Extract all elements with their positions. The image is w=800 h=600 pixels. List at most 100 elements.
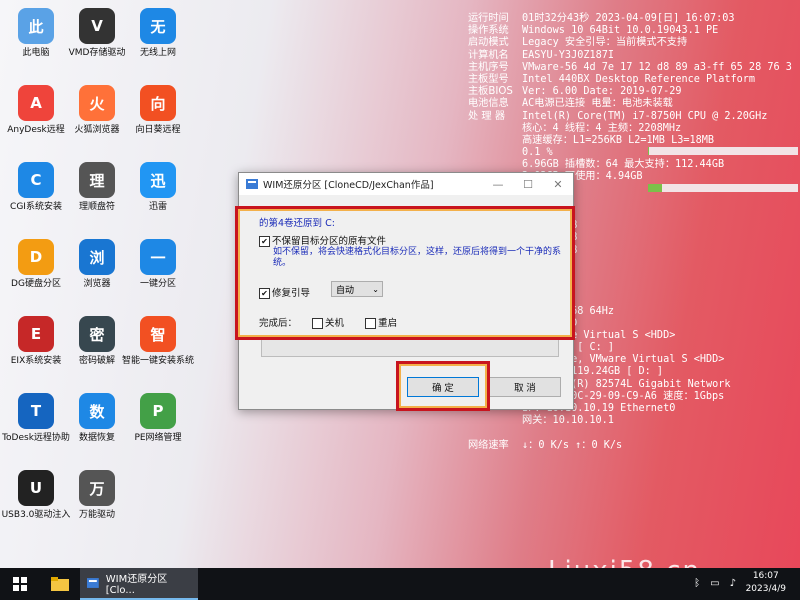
volume-icon[interactable]: ♪ [730,578,736,589]
sysinfo-key: 计算机名 [468,49,509,61]
recovery-icon: 数 [79,393,115,429]
sysinfo-key [468,415,522,427]
sysinfo-row: 运行时间 01时32分43秒 2023-04-09[日] 16:07:03 [468,13,798,25]
eix-icon: E [18,316,54,352]
sysinfo-row: 网络速率 ↓：0 K/s ↑：0 K/s [468,440,798,452]
partition-icon: 一 [140,239,176,275]
app-icon [246,179,258,189]
sysinfo-value: 核心：4 线程：4 主频：2208MHz [522,122,682,134]
clock[interactable]: 16:07 2023/4/9 [746,570,786,596]
desktop-icon-label: 向日葵远程 [135,125,181,135]
sysinfo-row: 处 理 器 Intel(R) Core(TM) i7-8750H CPU @ 2.… [468,111,798,123]
sysinfo-row: 启动模式 Legacy 安全引导：当前模式不支持 [468,37,798,49]
windows-start-icon [13,577,27,591]
ok-highlight [396,361,490,411]
disk-icon: 理 [79,162,115,198]
sysinfo-value [522,427,798,439]
wim-restore-dialog: WIM还原分区 [CloneCD/JexChan作品] — ☐ ✕ 的第4卷还原… [235,172,575,411]
memory-usage-bar [648,183,798,192]
cpu-usage-bar [648,147,798,156]
vmd-icon: V [79,8,115,44]
anydesk-icon: A [18,85,54,121]
sysinfo-value: Legacy 安全引导：当前模式不支持 [522,37,688,49]
sysinfo-row: 0.1 % [468,147,798,159]
sysinfo-row: 网关：10.10.10.1 [468,415,798,427]
ie-icon: 浏 [79,239,115,275]
sunflower-icon: 向 [140,85,176,121]
sysinfo-key [468,159,522,171]
sysinfo-row: 主机序号 VMware-56 4d 7e 17 12 d8 89 a3-ff 65… [468,62,798,74]
clock-time: 16:07 [752,571,779,581]
taskbar-item-label: WIM还原分区 [Clo... [105,574,168,596]
cancel-button[interactable]: 取 消 [489,377,561,397]
minimize-icon[interactable]: — [483,173,513,195]
desktop-icon-label: 万能驱动 [78,510,115,520]
network-tray-icon[interactable]: ▭ [710,578,719,589]
maximize-icon[interactable]: ☐ [513,173,543,195]
folder-icon [51,577,69,591]
file-explorer-button[interactable] [40,568,80,600]
todesk-icon: T [18,393,54,429]
tray: ᛒ ▭ ♪ [694,578,736,589]
sysinfo-value: Intel 440BX Desktop Reference Platform [522,73,756,85]
taskbar: WIM还原分区 [Clo... ᛒ ▭ ♪ 16:07 2023/4/9 [0,568,800,600]
computer-icon: 此 [18,8,54,44]
sysinfo-row [468,427,798,439]
options-highlight [235,206,575,340]
desktop-icon[interactable]: 迅迅雷 [122,162,194,213]
sysinfo-value: 01时32分43秒 2023-04-09[日] 16:07:03 [522,13,735,24]
dialog-titlebar: WIM还原分区 [CloneCD/JexChan作品] — ☐ ✕ [239,173,573,195]
sysinfo-value: Intel(R) Core(TM) i7-8750H CPU @ 2.20GHz [522,110,768,122]
dg-icon: D [18,239,54,275]
sysinfo-value: ↓：0 K/s ↑：0 K/s [522,439,623,451]
app-icon [86,578,99,588]
sysinfo-key [468,427,522,439]
sysinfo-value: 6.96GB 插槽数：64 最大支持：112.44GB [522,159,725,171]
desktop-icon-label: 迅雷 [148,202,167,212]
sysinfo-key: 主板型号 [468,73,509,85]
sysinfo-row: 高速缓存：L1=256KB L2=1MB L3=18MB [468,135,798,147]
firefox-icon: 火 [79,85,115,121]
sysinfo-key: 启动模式 [468,37,509,49]
desktop-icon[interactable]: P PE网络管理 [122,393,194,444]
sysinfo-value: AC电源已连接 电量：电池未装载 [522,98,673,110]
sysinfo-key: 主板BIOS [468,86,513,98]
desktop-icon-label: 一键分区 [139,279,176,289]
desktop-icon-label: PE网络管理 [134,433,182,443]
wifi-icon: 无 [140,8,176,44]
desktop-icon[interactable]: 无无线上网 [122,8,194,59]
taskbar-item-wim-restore[interactable]: WIM还原分区 [Clo... [80,568,198,600]
desktop-icon[interactable]: 智智能一键安装系统 [122,316,194,367]
sysinfo-value: 0.1 % [522,147,553,159]
sysinfo-key: 运行时间 [468,13,509,24]
clock-date: 2023/4/9 [745,584,786,594]
thunder-icon: 迅 [140,162,176,198]
close-icon[interactable]: ✕ [543,173,573,195]
sysinfo-row: 主板型号 Intel 440BX Desktop Reference Platfo… [468,74,798,86]
desktop-icon[interactable]: 一一键分区 [122,239,194,290]
bluetooth-icon[interactable]: ᛒ [694,578,700,589]
sysinfo-row: 核心：4 线程：4 主频：2208MHz [468,123,798,135]
desktop-icon[interactable]: 向向日葵远程 [122,85,194,136]
sysinfo-key [468,147,522,159]
network-icon: P [140,393,176,429]
sysinfo-value: VMware-56 4d 7e 17 12 d8 89 a3-ff 65 28 … [522,61,792,73]
sysinfo-row: 6.96GB 插槽数：64 最大支持：112.44GB [468,159,798,171]
sysinfo-key: 网络速率 [468,439,509,451]
sysinfo-row: 主板BIOS Ver: 6.00 Date: 2019-07-29 [468,86,798,98]
sysinfo-key [468,135,522,147]
gear-icon: 万 [79,470,115,506]
sysinfo-key [468,123,522,135]
sysinfo-value: Windows 10 64Bit 10.0.19043.1 PE [522,25,719,37]
sysinfo-value: EASYU-Y3J0Z187I [522,49,615,61]
sysinfo-row: 电池信息 AC电源已连接 电量：电池未装载 [468,98,798,110]
sysinfo-value: 网关：10.10.10.1 [522,415,614,427]
sysinfo-row: 计算机名 EASYU-Y3J0Z187I [468,50,798,62]
password-icon: 密 [79,316,115,352]
usb-icon: U [18,470,54,506]
sysinfo-key: 处 理 器 [468,110,506,122]
desktop-icon[interactable]: 万万能驱动 [61,470,133,521]
sysinfo-row: 操作系统 Windows 10 64Bit 10.0.19043.1 PE [468,25,798,37]
start-button[interactable] [0,568,40,600]
sysinfo-key: 电池信息 [468,98,509,110]
